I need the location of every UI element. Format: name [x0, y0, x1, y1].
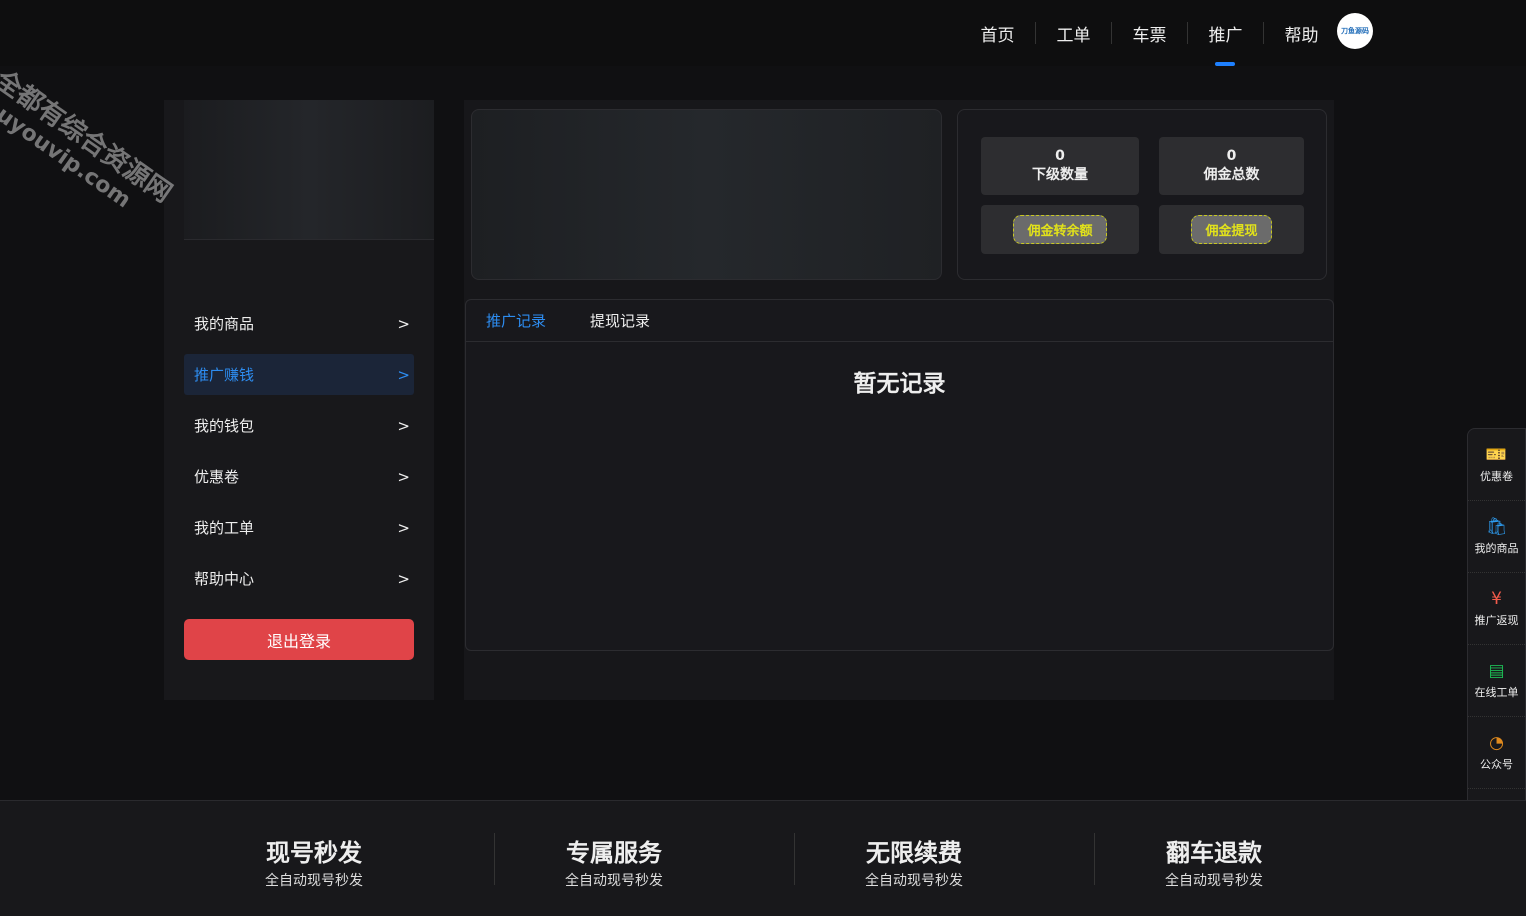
feature-item: 现号秒发全自动现号秒发 [164, 833, 464, 890]
avatar[interactable]: 刀鱼源码 [1337, 13, 1373, 49]
commission-total-label: 佣金总数 [1203, 167, 1260, 183]
transfer-card: 佣金转余额 [981, 205, 1139, 254]
sidebar-item[interactable]: 我的钱包 > [184, 405, 414, 446]
sidebar-item-label: 帮助中心 [194, 570, 255, 588]
side-item-label: 推广返现 [1474, 614, 1519, 627]
side-item[interactable]: ◔ 公众号 [1468, 717, 1525, 789]
records-panel: 推广记录 提现记录 暂无记录 [465, 299, 1334, 651]
nav-tickets[interactable]: 工单 [1036, 21, 1111, 46]
feature-title: 无限续费 [866, 839, 962, 867]
sidebar-item[interactable]: 我的商品 > [184, 303, 414, 344]
main-nav: 首页 工单 车票 推广 帮助 [960, 0, 1526, 66]
bag-icon: 🛍 [1485, 517, 1508, 537]
nav-home[interactable]: 首页 [960, 21, 1035, 46]
nav-help[interactable]: 帮助 [1264, 21, 1339, 46]
watermark-line1: 全都有综合资源网 [0, 64, 177, 209]
feature-item: 无限续费全自动现号秒发 [764, 833, 1064, 890]
feature-item: 专属服务全自动现号秒发 [464, 833, 764, 890]
side-item[interactable]: 🛍 我的商品 [1468, 501, 1525, 573]
side-item[interactable]: ¥ 推广返现 [1468, 573, 1525, 645]
cashback-icon: ¥ [1491, 589, 1502, 609]
promo-banner [471, 109, 942, 280]
feature-subtitle: 全自动现号秒发 [565, 873, 663, 889]
commission-total-value: 0 [1226, 148, 1237, 164]
user-banner [184, 100, 434, 240]
coupon-icon: 🎫 [1485, 445, 1508, 465]
side-item-label: 我的商品 [1474, 542, 1519, 555]
nav-fare[interactable]: 车票 [1112, 21, 1187, 46]
chevron-right-icon: > [397, 467, 410, 486]
watermark-line2: douyouvip.com [0, 84, 136, 214]
tab-withdraw-records[interactable]: 提现记录 [590, 310, 650, 331]
sidebar-item[interactable]: 我的工单 > [184, 507, 414, 548]
sidebar-item-label: 推广赚钱 [194, 366, 255, 384]
sidebar-item-label: 我的钱包 [194, 417, 255, 435]
logout-button[interactable]: 退出登录 [184, 619, 414, 660]
sidebar-item-label: 我的工单 [194, 519, 255, 537]
footer: 现号秒发 全自动现号秒发 专属服务 全自动现号秒发 无限续费 全自动现号秒发 翻车退款 全自动… [0, 800, 1526, 916]
chevron-right-icon: > [397, 314, 410, 333]
user-sidebar: 我的商品>推广赚钱>我的钱包>优惠卷>我的工单>帮助中心>个人设置> 退出登录 [164, 100, 434, 700]
clipboard-icon: ▤ [1488, 661, 1505, 681]
side-item-label: 在线工单 [1474, 686, 1519, 699]
sidebar-item-label: 优惠卷 [194, 468, 240, 486]
feature-subtitle: 全自动现号秒发 [865, 873, 963, 889]
chevron-right-icon: > [397, 569, 410, 588]
sidebar-item[interactable]: 帮助中心 > [184, 558, 414, 599]
chevron-right-icon: > [397, 365, 410, 384]
withdraw-card: 佣金提现 [1159, 205, 1304, 254]
wechat-official-icon: ◔ [1489, 733, 1504, 753]
side-item-label: 公众号 [1480, 758, 1513, 771]
side-item[interactable]: 🎫 优惠卷 [1468, 429, 1525, 501]
sidebar-item[interactable]: 推广赚钱 > [184, 354, 414, 395]
main-content: 0 下级数量 0 佣金总数 佣金转余额 佣金提现 推广记录 提现记录 暂无记录 [464, 100, 1334, 700]
chevron-right-icon: > [397, 518, 410, 537]
nav-promote[interactable]: 推广 [1188, 21, 1263, 66]
empty-state: 暂无记录 [853, 371, 946, 397]
chevron-right-icon: > [397, 416, 410, 435]
sidebar-item-label: 我的商品 [194, 315, 255, 333]
feature-item: 翻车退款全自动现号秒发 [1064, 833, 1364, 890]
feature-subtitle: 全自动现号秒发 [265, 873, 363, 889]
sub-count-label: 下级数量 [1032, 167, 1088, 183]
feature-subtitle: 全自动现号秒发 [1165, 873, 1263, 889]
commission-withdraw-button[interactable]: 佣金提现 [1191, 215, 1272, 244]
stats-panel: 0 下级数量 0 佣金总数 佣金转余额 佣金提现 [957, 109, 1327, 280]
commission-total-card: 0 佣金总数 [1159, 137, 1304, 195]
feature-title: 现号秒发 [266, 839, 362, 867]
watermark: 全都有综合资源网 douyouvip.com [0, 60, 180, 230]
feature-title: 专属服务 [566, 839, 662, 867]
sidebar-item[interactable]: 优惠卷 > [184, 456, 414, 497]
sub-count-value: 0 [1055, 148, 1065, 164]
feature-title: 翻车退款 [1166, 839, 1262, 867]
side-item[interactable]: ▤ 在线工单 [1468, 645, 1525, 717]
tab-promotion-records[interactable]: 推广记录 [486, 310, 546, 331]
sidebar-menu: 我的商品>推广赚钱>我的钱包>优惠卷>我的工单>帮助中心>个人设置> [184, 303, 414, 660]
tab-bar: 推广记录 提现记录 [466, 300, 1333, 342]
sub-count-card: 0 下级数量 [981, 137, 1139, 195]
side-item-label: 优惠卷 [1480, 470, 1513, 483]
commission-transfer-button[interactable]: 佣金转余额 [1013, 215, 1107, 244]
